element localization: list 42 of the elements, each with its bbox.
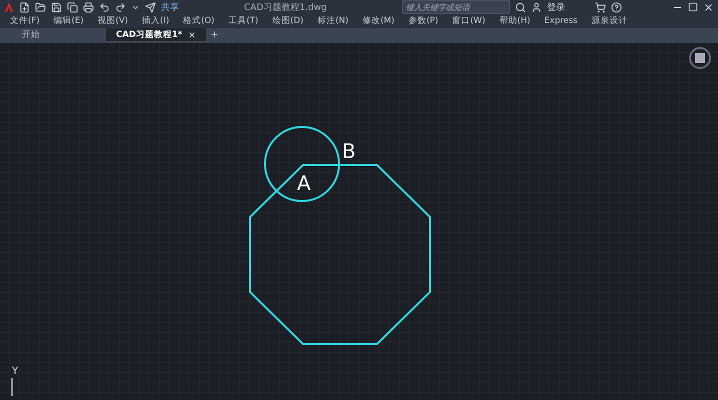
ucs-axis-label: Y [12,366,18,377]
folder-icon[interactable] [35,2,46,13]
menu-item[interactable]: 绘图(D) [272,15,304,28]
user-icon[interactable] [531,2,542,13]
menu-item[interactable]: 文件(F) [10,15,40,28]
menu-item[interactable]: 编辑(E) [54,15,84,28]
search-icon[interactable] [515,2,526,13]
menu-item[interactable]: 插入(I) [142,15,170,28]
menu-item[interactable]: 标注(N) [317,15,348,28]
menu-item[interactable]: 帮助(H) [499,15,530,28]
share-label[interactable]: 共享 [161,0,179,14]
close-icon[interactable] [703,2,714,13]
menu-item[interactable]: 工具(T) [228,15,258,28]
login-label[interactable]: 登录 [547,0,565,14]
print-icon[interactable] [83,2,94,13]
menu-item[interactable]: 窗口(W) [452,15,486,28]
file-tab[interactable]: 开始 [12,28,102,41]
ucs-axis-line [11,378,13,396]
menu-item[interactable]: 参数(P) [408,15,438,28]
undo-icon[interactable] [99,2,110,13]
menu-item[interactable]: 修改(M) [362,15,394,28]
close-icon [188,30,196,38]
add-tab-icon[interactable] [210,30,220,39]
save-icon[interactable] [51,2,62,13]
file-tab[interactable]: CAD习题教程1* [106,28,206,41]
help-icon[interactable] [611,2,622,13]
menu-item[interactable]: 格式(O) [183,15,214,28]
window-title: CAD习题教程1.dwg [244,2,327,14]
point-label: B [342,139,356,163]
view-cube-icon[interactable] [689,47,711,69]
save-as-icon[interactable] [67,2,78,13]
menu-item[interactable]: 视图(V) [98,15,128,28]
menu-item[interactable]: Express [544,16,578,26]
search-field[interactable]: 键入关键字或短语 [402,0,510,14]
maximize-icon[interactable] [688,2,698,12]
redo-icon[interactable] [115,2,126,13]
paper-plane-icon[interactable] [145,2,156,13]
point-label: A [297,171,311,195]
app-logo-icon[interactable] [4,2,14,12]
cart-icon[interactable] [595,2,606,13]
new-file-icon[interactable] [19,2,30,13]
menu-item[interactable]: 源泉设计 [592,15,628,28]
